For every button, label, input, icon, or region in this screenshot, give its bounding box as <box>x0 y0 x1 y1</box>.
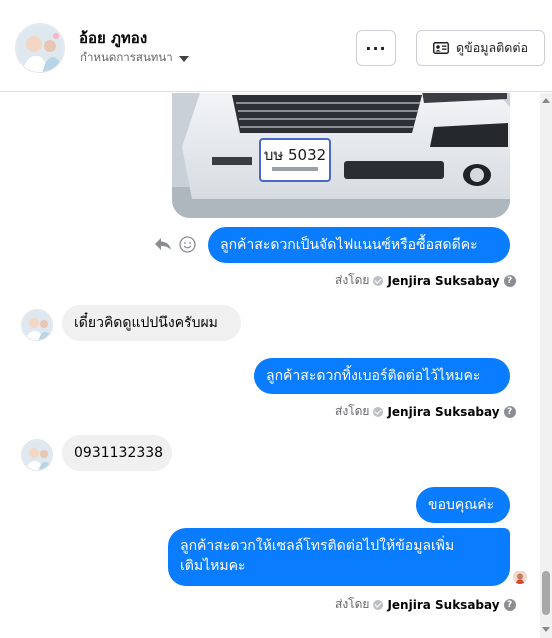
message-text: ลูกค้าสะดวกทิ้งเบอร์ติดต่อไว้ไหมคะ <box>266 368 481 384</box>
car-photo-message[interactable]: บษ 5032 <box>172 93 510 218</box>
caret-down-icon <box>178 56 189 62</box>
more-icon: ··· <box>365 38 387 58</box>
message-text: ลูกค้าสะดวกเป็นจัดไฟแนนซ์หรือซื้อสดดีคะ <box>220 237 478 253</box>
sent-by-prefix: ส่งโดย <box>335 597 370 611</box>
message-bubble-incoming[interactable]: 0931132338 <box>62 435 172 471</box>
contact-info-label: ดูข้อมูลติดต่อ <box>456 40 528 55</box>
message-text: 0931132338 <box>74 445 164 461</box>
contact-info-button[interactable]: ดูข้อมูลติดต่อ <box>416 30 545 66</box>
scrollbar[interactable] <box>540 93 552 638</box>
message-bubble-outgoing[interactable]: ลูกค้าสะดวกเป็นจัดไฟแนนซ์หรือซื้อสดดีคะ <box>208 227 510 263</box>
seen-avatar <box>513 570 527 584</box>
check-icon <box>373 406 384 417</box>
schedule-dropdown[interactable]: กำหนดการสนทนา <box>80 49 189 67</box>
sent-by-prefix: ส่งโดย <box>335 404 370 418</box>
schedule-label: กำหนดการสนทนา <box>80 50 173 64</box>
sent-by-label: ส่งโดย Jenjira Suksabay ? <box>335 595 516 614</box>
contact-avatar-small[interactable] <box>21 439 53 471</box>
message-bubble-incoming[interactable]: เดี๋ยวคิดดูแปปนึงครับผม <box>62 305 241 341</box>
scrollbar-thumb[interactable] <box>542 571 550 615</box>
agent-name: Jenjira Suksabay <box>387 273 500 288</box>
agent-name: Jenjira Suksabay <box>387 597 500 612</box>
message-text-line: เติมไหมคะ <box>180 558 246 574</box>
message-text-line: ลูกค้าสะดวกให้เซลล์โทรติดต่อไปให้ข้อมูลเ… <box>180 538 455 554</box>
message-bubble-outgoing[interactable]: ลูกค้าสะดวกให้เซลล์โทรติดต่อไปให้ข้อมูลเ… <box>168 528 510 586</box>
sent-by-label: ส่งโดย Jenjira Suksabay ? <box>335 402 516 421</box>
contact-avatar-small[interactable] <box>21 309 53 341</box>
agent-name: Jenjira Suksabay <box>387 404 500 419</box>
contact-avatar[interactable] <box>15 23 65 73</box>
message-text: ขอบคุณค่ะ <box>428 497 495 513</box>
contact-name: อ้อย ภูทอง <box>79 29 148 47</box>
help-icon[interactable]: ? <box>503 405 516 418</box>
message-thread[interactable]: บษ 5032 ลูกค้าสะดวกเป็นจัดไฟแนนซ์หรือซื้… <box>0 93 540 638</box>
reply-icon[interactable] <box>154 236 172 252</box>
sent-by-label: ส่งโดย Jenjira Suksabay ? <box>335 271 516 290</box>
scroll-up-icon[interactable] <box>542 98 550 103</box>
help-icon[interactable]: ? <box>503 274 516 287</box>
more-button[interactable]: ··· <box>356 30 396 66</box>
emoji-icon[interactable] <box>179 236 196 253</box>
sent-by-prefix: ส่งโดย <box>335 273 370 287</box>
scroll-down-icon[interactable] <box>542 627 550 632</box>
message-text: เดี๋ยวคิดดูแปปนึงครับผม <box>74 315 218 331</box>
help-icon[interactable]: ? <box>503 598 516 611</box>
license-plate-text: บษ 5032 <box>264 146 326 164</box>
conversation-header: อ้อย ภูทอง กำหนดการสนทนา ··· ดูข้อมูลติด… <box>0 0 552 92</box>
check-icon <box>373 599 384 610</box>
check-icon <box>373 275 384 286</box>
contact-card-icon <box>433 42 449 54</box>
message-bubble-outgoing[interactable]: ขอบคุณค่ะ <box>416 487 510 523</box>
message-bubble-outgoing[interactable]: ลูกค้าสะดวกทิ้งเบอร์ติดต่อไว้ไหมคะ <box>254 358 510 394</box>
